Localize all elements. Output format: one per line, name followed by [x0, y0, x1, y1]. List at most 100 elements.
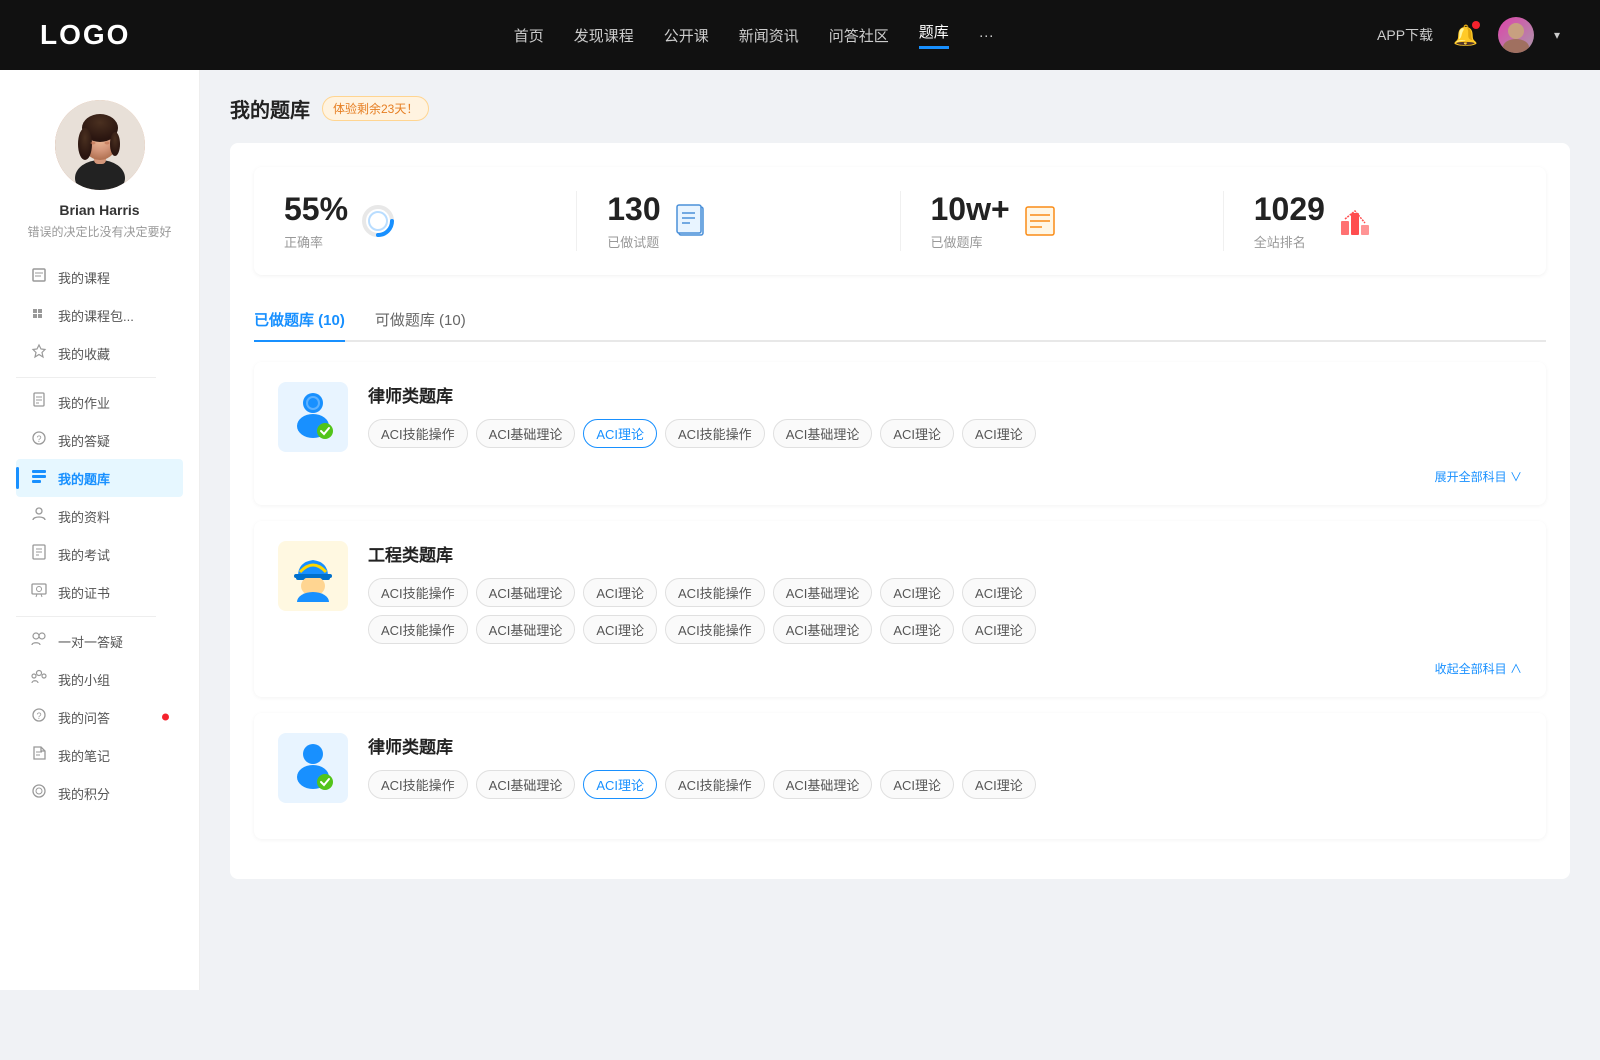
- stat-bd-label: 已做题库: [931, 232, 1010, 251]
- qbank-header-1: 工程类题库 ACI技能操作 ACI基础理论 ACI理论 ACI技能操作 ACI基…: [278, 541, 1522, 644]
- tag-1-0[interactable]: ACI技能操作: [368, 578, 468, 607]
- sidebar-item-tutoring[interactable]: 一对一答疑: [16, 622, 183, 660]
- navbar: LOGO 首页 发现课程 公开课 新闻资讯 问答社区 题库 ··· APP下载 …: [0, 0, 1600, 70]
- tag-0-1[interactable]: ACI基础理论: [476, 419, 576, 448]
- tag-0-0[interactable]: ACI技能操作: [368, 419, 468, 448]
- sidebar-avatar-wrap: [55, 100, 145, 190]
- qbank-section-2: 律师类题库 ACI技能操作 ACI基础理论 ACI理论 ACI技能操作 ACI基…: [254, 713, 1546, 839]
- tag-1-13[interactable]: ACI理论: [962, 615, 1036, 644]
- page-title: 我的题库: [230, 94, 310, 123]
- nav-more[interactable]: ···: [979, 27, 994, 44]
- tab-done-banks[interactable]: 已做题库 (10): [254, 299, 345, 340]
- logo: LOGO: [40, 19, 130, 51]
- user-avatar[interactable]: [1498, 17, 1534, 53]
- sidebar-label-qa: 我的答疑: [58, 431, 110, 450]
- sidebar-item-certificate[interactable]: 我的证书: [16, 573, 183, 611]
- notes-icon: [30, 745, 48, 765]
- tag-1-4[interactable]: ACI基础理论: [773, 578, 873, 607]
- tag-2-6[interactable]: ACI理论: [962, 770, 1036, 799]
- sidebar-item-homework[interactable]: 我的作业: [16, 383, 183, 421]
- stat-sr-value: 1029: [1254, 191, 1325, 228]
- nav-discover[interactable]: 发现课程: [574, 25, 634, 46]
- tag-1-9[interactable]: ACI理论: [583, 615, 657, 644]
- sidebar-user-name: Brian Harris: [59, 202, 139, 218]
- tag-1-10[interactable]: ACI技能操作: [665, 615, 765, 644]
- tab-available-banks[interactable]: 可做题库 (10): [375, 299, 466, 340]
- svg-text:?: ?: [36, 711, 41, 721]
- qbank-expand-0[interactable]: 展开全部科目 ∨: [278, 468, 1522, 485]
- tag-1-8[interactable]: ACI基础理论: [476, 615, 576, 644]
- tag-1-7[interactable]: ACI技能操作: [368, 615, 468, 644]
- qbank-section-1: 工程类题库 ACI技能操作 ACI基础理论 ACI理论 ACI技能操作 ACI基…: [254, 521, 1546, 697]
- sidebar-item-my-qa[interactable]: ? 我的问答: [16, 698, 183, 736]
- sidebar-label-tutoring: 一对一答疑: [58, 632, 123, 651]
- sidebar-label-group: 我的小组: [58, 670, 110, 689]
- nav-news[interactable]: 新闻资讯: [739, 25, 799, 46]
- tag-2-2[interactable]: ACI理论: [583, 770, 657, 799]
- tag-2-5[interactable]: ACI理论: [880, 770, 954, 799]
- exam-icon: [30, 544, 48, 564]
- sidebar: Brian Harris 错误的决定比没有决定要好 我的课程 我的课程包... …: [0, 70, 200, 990]
- tag-1-1[interactable]: ACI基础理论: [476, 578, 576, 607]
- tag-2-3[interactable]: ACI技能操作: [665, 770, 765, 799]
- sidebar-item-points[interactable]: 我的积分: [16, 774, 183, 812]
- tag-2-0[interactable]: ACI技能操作: [368, 770, 468, 799]
- tag-2-4[interactable]: ACI基础理论: [773, 770, 873, 799]
- user-menu-chevron[interactable]: ▾: [1554, 28, 1560, 42]
- sidebar-label-profile: 我的资料: [58, 507, 110, 526]
- tag-0-4[interactable]: ACI基础理论: [773, 419, 873, 448]
- tag-0-6[interactable]: ACI理论: [962, 419, 1036, 448]
- tag-1-5[interactable]: ACI理论: [880, 578, 954, 607]
- tag-2-1[interactable]: ACI基础理论: [476, 770, 576, 799]
- svg-text:?: ?: [36, 434, 41, 444]
- sidebar-item-notes[interactable]: 我的笔记: [16, 736, 183, 774]
- sidebar-item-profile[interactable]: 我的资料: [16, 497, 183, 535]
- stat-accuracy-label: 正确率: [284, 232, 348, 251]
- sidebar-item-qa[interactable]: ? 我的答疑: [16, 421, 183, 459]
- main-layout: Brian Harris 错误的决定比没有决定要好 我的课程 我的课程包... …: [0, 70, 1600, 990]
- sidebar-avatar-image: [55, 100, 145, 190]
- sidebar-item-group[interactable]: 我的小组: [16, 660, 183, 698]
- qbank-section-0: 律师类题库 ACI技能操作 ACI基础理论 ACI理论 ACI技能操作 ACI基…: [254, 362, 1546, 505]
- tag-1-2[interactable]: ACI理论: [583, 578, 657, 607]
- qbank-icon-lawyer-2: [278, 733, 348, 803]
- sidebar-label-exam: 我的考试: [58, 545, 110, 564]
- sidebar-item-course-package[interactable]: 我的课程包...: [16, 296, 183, 334]
- tag-0-3[interactable]: ACI技能操作: [665, 419, 765, 448]
- qbank-expand-1[interactable]: 收起全部科目 ∧: [278, 660, 1522, 677]
- sidebar-item-my-course[interactable]: 我的课程: [16, 258, 183, 296]
- sidebar-item-qbank[interactable]: 我的题库: [16, 459, 183, 497]
- homework-icon: [30, 392, 48, 412]
- app-download-button[interactable]: APP下载: [1377, 25, 1433, 45]
- questions-done-icon: [673, 203, 709, 239]
- page-header: 我的题库 体验剩余23天！: [230, 94, 1570, 123]
- banks-done-icon: [1022, 203, 1058, 239]
- course-icon: [30, 267, 48, 287]
- qbank-title-2: 律师类题库: [368, 733, 1522, 758]
- sidebar-label-my-qa: 我的问答: [58, 708, 110, 727]
- tag-1-6[interactable]: ACI理论: [962, 578, 1036, 607]
- nav-qbank[interactable]: 题库: [919, 21, 949, 49]
- trial-badge: 体验剩余23天！: [322, 96, 429, 121]
- nav-home[interactable]: 首页: [514, 25, 544, 46]
- tag-0-2[interactable]: ACI理论: [583, 419, 657, 448]
- nav-qa[interactable]: 问答社区: [829, 25, 889, 46]
- avatar-image: [1498, 17, 1534, 53]
- certificate-icon: [30, 582, 48, 602]
- sidebar-user-motto: 错误的决定比没有决定要好: [17, 223, 181, 240]
- rank-icon: [1337, 203, 1373, 239]
- tag-1-12[interactable]: ACI理论: [880, 615, 954, 644]
- qbank-tags-0: ACI技能操作 ACI基础理论 ACI理论 ACI技能操作 ACI基础理论 AC…: [368, 419, 1522, 448]
- tag-0-5[interactable]: ACI理论: [880, 419, 954, 448]
- qbank-body-0: 律师类题库 ACI技能操作 ACI基础理论 ACI理论 ACI技能操作 ACI基…: [368, 382, 1522, 448]
- tag-1-11[interactable]: ACI基础理论: [773, 615, 873, 644]
- tag-1-3[interactable]: ACI技能操作: [665, 578, 765, 607]
- stat-bd-value: 10w+: [931, 191, 1010, 228]
- notification-bell[interactable]: 🔔: [1453, 23, 1478, 48]
- nav-opencourse[interactable]: 公开课: [664, 25, 709, 46]
- qa-icon: ?: [30, 430, 48, 450]
- nav-links: 首页 发现课程 公开课 新闻资讯 问答社区 题库 ···: [514, 21, 994, 49]
- sidebar-item-favorites[interactable]: 我的收藏: [16, 334, 183, 372]
- sidebar-item-exam[interactable]: 我的考试: [16, 535, 183, 573]
- content-card: 55% 正确率 130 已做试题: [230, 143, 1570, 879]
